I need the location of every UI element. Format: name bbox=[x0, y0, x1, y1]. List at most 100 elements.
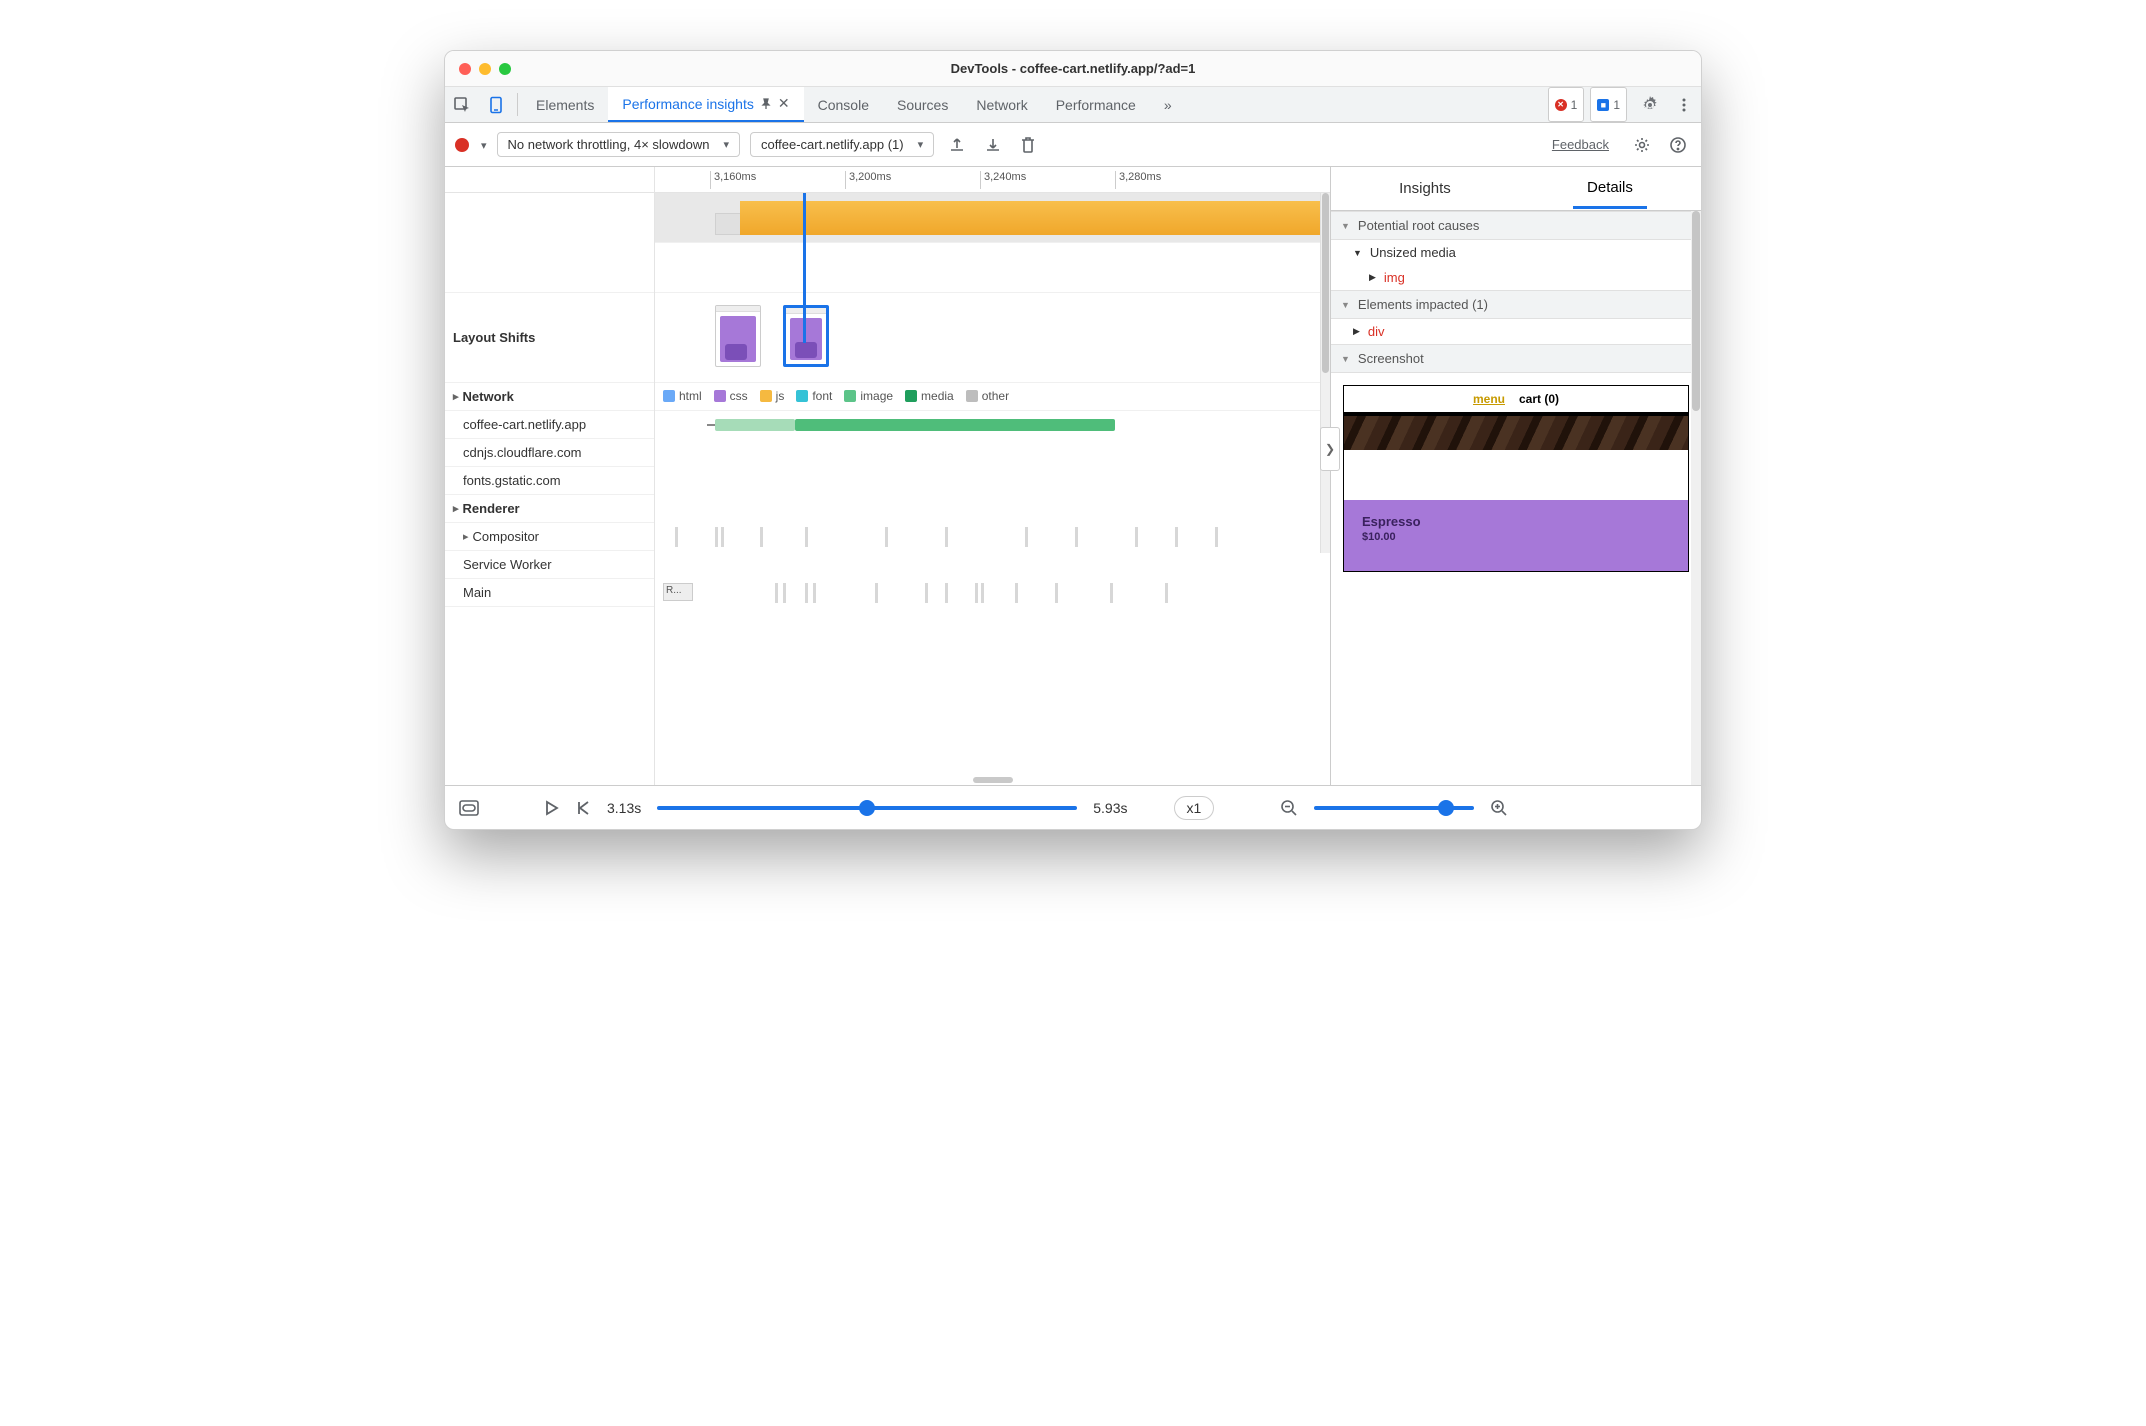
tab-console[interactable]: Console bbox=[804, 87, 883, 122]
section-root-causes[interactable]: Potential root causes bbox=[1331, 211, 1701, 240]
record-button[interactable] bbox=[455, 138, 469, 152]
tab-label: Performance insights bbox=[622, 96, 754, 112]
track-label-flame bbox=[445, 193, 654, 293]
timeline-panel: 3,160ms 3,200ms 3,240ms 3,280ms Layout S… bbox=[445, 167, 1331, 785]
tab-performance[interactable]: Performance bbox=[1042, 87, 1150, 122]
tab-label: Network bbox=[976, 97, 1027, 113]
devtools-window: DevTools - coffee-cart.netlify.app/?ad=1… bbox=[444, 50, 1702, 830]
issues-badge[interactable]: ■1 bbox=[1590, 87, 1627, 122]
pin-icon bbox=[760, 98, 772, 110]
tab-label: Performance bbox=[1056, 97, 1136, 113]
item-div[interactable]: div bbox=[1331, 319, 1701, 344]
network-legend-lane: html css js font image media other bbox=[655, 383, 1330, 411]
speed-pill[interactable]: x1 bbox=[1174, 796, 1215, 820]
ss-menu-link: menu bbox=[1473, 392, 1505, 406]
record-menu[interactable] bbox=[475, 137, 487, 152]
more-tabs[interactable]: » bbox=[1150, 87, 1186, 122]
track-label-host2[interactable]: cdnjs.cloudflare.com bbox=[445, 439, 654, 467]
item-unsized-media[interactable]: Unsized media bbox=[1331, 240, 1701, 265]
ss-cart-link: cart (0) bbox=[1519, 392, 1559, 406]
play-icon[interactable] bbox=[545, 800, 559, 816]
titlebar: DevTools - coffee-cart.netlify.app/?ad=1 bbox=[445, 51, 1701, 87]
right-scrollbar[interactable] bbox=[1691, 211, 1701, 785]
renderer-lane bbox=[655, 495, 1330, 523]
track-canvas[interactable]: html css js font image media other bbox=[655, 193, 1330, 785]
feedback-link[interactable]: Feedback bbox=[1552, 137, 1609, 152]
tab-elements[interactable]: Elements bbox=[522, 87, 608, 122]
compositor-lane bbox=[655, 523, 1330, 551]
zoom-in-icon[interactable] bbox=[1490, 799, 1508, 817]
track-label-service-worker[interactable]: Service Worker bbox=[445, 551, 654, 579]
traffic-lights bbox=[459, 63, 511, 75]
device-toggle-icon[interactable] bbox=[479, 87, 513, 122]
ls-thumb-1[interactable] bbox=[715, 305, 761, 367]
track-label-host1[interactable]: coffee-cart.netlify.app bbox=[445, 411, 654, 439]
inspect-icon[interactable] bbox=[445, 87, 479, 122]
zoom-out-icon[interactable] bbox=[1280, 799, 1298, 817]
layout-shifts-lane bbox=[655, 293, 1330, 383]
error-badge[interactable]: ✕1 bbox=[1548, 87, 1585, 122]
track-label-renderer[interactable]: Renderer bbox=[445, 495, 654, 523]
details-body: Potential root causes Unsized media img … bbox=[1331, 211, 1701, 785]
tab-performance-insights[interactable]: Performance insights ✕ bbox=[608, 87, 803, 122]
error-icon: ✕ bbox=[1555, 99, 1567, 111]
flame-lane bbox=[655, 193, 1330, 243]
toggle-overview-icon[interactable] bbox=[459, 800, 479, 816]
horizontal-scroll-thumb[interactable] bbox=[973, 777, 1013, 783]
host1-lane bbox=[655, 411, 1330, 439]
track-label-compositor[interactable]: Compositor bbox=[445, 523, 654, 551]
ss-banner-image bbox=[1344, 416, 1688, 450]
insights-toolbar: No network throttling, 4× slowdown coffe… bbox=[445, 123, 1701, 167]
throttling-select[interactable]: No network throttling, 4× slowdown bbox=[497, 132, 741, 157]
track-label-host3[interactable]: fonts.gstatic.com bbox=[445, 467, 654, 495]
tab-sources[interactable]: Sources bbox=[883, 87, 962, 122]
target-value: coffee-cart.netlify.app (1) bbox=[761, 137, 904, 152]
close-icon[interactable] bbox=[459, 63, 471, 75]
content-area: 3,160ms 3,200ms 3,240ms 3,280ms Layout S… bbox=[445, 167, 1701, 785]
delete-icon[interactable] bbox=[1016, 136, 1040, 154]
jump-start-icon[interactable] bbox=[575, 800, 591, 816]
track-label-main[interactable]: Main bbox=[445, 579, 654, 607]
import-icon[interactable] bbox=[980, 136, 1006, 154]
window-title: DevTools - coffee-cart.netlify.app/?ad=1 bbox=[445, 61, 1701, 76]
main-lane: R... bbox=[655, 579, 1330, 607]
tab-label: » bbox=[1164, 97, 1172, 113]
settings-icon[interactable] bbox=[1633, 87, 1667, 122]
panel-collapse-icon[interactable]: ❯ bbox=[1320, 427, 1340, 471]
tab-network[interactable]: Network bbox=[962, 87, 1041, 122]
screenshot-preview: menu cart (0) Espresso $10.00 bbox=[1343, 385, 1689, 572]
ruler-tick: 3,240ms bbox=[980, 171, 1026, 189]
throttling-value: No network throttling, 4× slowdown bbox=[508, 137, 710, 152]
playback-bar: 3.13s 5.93s x1 bbox=[445, 785, 1701, 829]
vertical-scrollbar[interactable] bbox=[1320, 193, 1330, 553]
export-icon[interactable] bbox=[944, 136, 970, 154]
close-tab-icon[interactable]: ✕ bbox=[778, 95, 790, 112]
toolbar-settings-icon[interactable] bbox=[1629, 136, 1655, 154]
section-elements-impacted[interactable]: Elements impacted (1) bbox=[1331, 290, 1701, 319]
tab-insights[interactable]: Insights bbox=[1385, 170, 1465, 207]
tab-details[interactable]: Details bbox=[1573, 169, 1647, 209]
tab-label: Sources bbox=[897, 97, 948, 113]
zoom-slider[interactable] bbox=[1314, 806, 1474, 810]
playhead[interactable] bbox=[803, 193, 806, 343]
track-label-network[interactable]: Network bbox=[445, 383, 654, 411]
minimize-icon[interactable] bbox=[479, 63, 491, 75]
service-worker-lane bbox=[655, 551, 1330, 579]
kebab-menu-icon[interactable] bbox=[1667, 87, 1701, 122]
net-seg[interactable] bbox=[795, 419, 1115, 431]
time-ruler[interactable]: 3,160ms 3,200ms 3,240ms 3,280ms bbox=[445, 167, 1330, 193]
ruler-tick: 3,200ms bbox=[845, 171, 891, 189]
ls-thumb-2-selected[interactable] bbox=[783, 305, 829, 367]
help-icon[interactable] bbox=[1665, 136, 1691, 154]
item-img[interactable]: img bbox=[1331, 265, 1701, 290]
issue-icon: ■ bbox=[1597, 99, 1609, 111]
flame-block-orange[interactable] bbox=[740, 201, 1330, 235]
net-seg[interactable] bbox=[715, 419, 795, 431]
host2-lane bbox=[655, 439, 1330, 467]
track-label-layout-shifts: Layout Shifts bbox=[445, 293, 654, 383]
time-slider[interactable] bbox=[657, 806, 1077, 810]
maximize-icon[interactable] bbox=[499, 63, 511, 75]
tab-label: Console bbox=[818, 97, 869, 113]
section-screenshot[interactable]: Screenshot bbox=[1331, 344, 1701, 373]
target-select[interactable]: coffee-cart.netlify.app (1) bbox=[750, 132, 934, 157]
